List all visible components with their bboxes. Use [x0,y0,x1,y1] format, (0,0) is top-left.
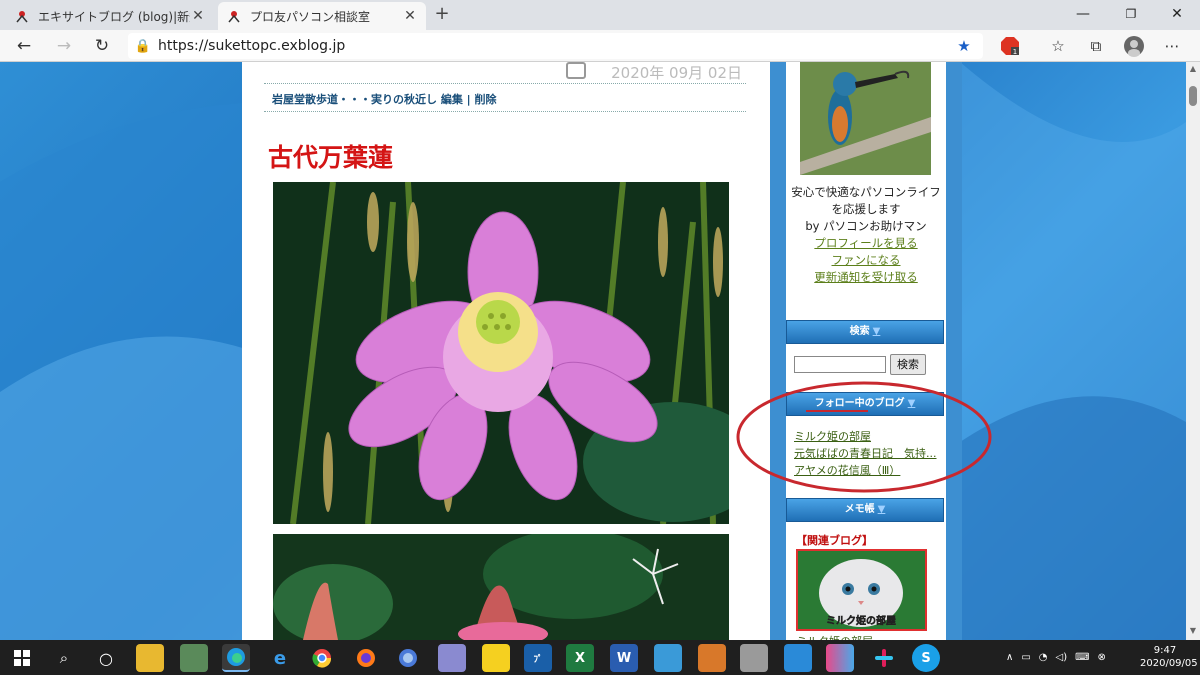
heading-toggle-icon[interactable]: ▼ [878,504,886,515]
milk-hime-banner[interactable]: ミルク姫の部屋 [796,549,927,631]
system-tray: ∧ ▭ ◔ ◁) ⌨ ⊗ [1006,640,1106,675]
exblog-favicon-icon [226,8,242,24]
lotus-photo [273,182,729,524]
exblog-favicon-icon [14,8,30,24]
word-icon[interactable]: W [610,644,638,672]
volume-icon[interactable]: ◁) [1056,652,1068,663]
scroll-down-icon[interactable]: ▼ [1186,626,1200,638]
battery-icon[interactable]: ▭ [1021,652,1030,663]
search-heading: 検索 ▼ [786,320,944,344]
globe-app-icon[interactable] [394,644,422,672]
tab-title: プロ友パソコン相談室 [250,9,371,24]
tab-bar: エキサイトブログ (blog)|新規投稿 ✕ プロ友パソコン相談室 ✕ + — … [0,0,1200,30]
favorite-star-icon[interactable]: ★ [952,35,976,57]
profile-avatar[interactable] [1122,35,1146,57]
favorites-list-icon[interactable]: ☆ [1046,35,1070,57]
kingfisher-photo [800,62,931,175]
url-text: https://sukettopc.exblog.jp [158,38,346,54]
heading-label: メモ帳 [844,504,875,515]
svg-text:1: 1 [1013,48,1017,56]
related-blog-link[interactable]: ミルク姫の部屋 [796,633,873,640]
search-icon[interactable]: ⌕ [50,644,78,672]
paint-palette-icon[interactable] [740,644,768,672]
calculator-app-icon[interactable]: ﾌﾟ [524,644,552,672]
photos-app-icon[interactable] [180,644,208,672]
taskbar: ⌕ ○ e ﾌﾟ X W S ∧ ▭ ◔ ◁) ⌨ ⊗ 9:47 2020/09… [0,640,1200,675]
tab-title: エキサイトブログ (blog)|新規投稿 [38,9,190,24]
skype-icon[interactable]: S [912,644,940,672]
browser-toolbar: ← → ↻ 🔒 https://sukettopc.exblog.jp ★ 1 … [0,30,1200,62]
mail-app-icon[interactable] [654,644,682,672]
intro-line: を応援します [831,202,901,216]
remote-desktop-icon[interactable] [784,644,812,672]
clock-date: 2020/09/05 [1140,658,1198,669]
forward-button[interactable]: → [50,34,78,58]
post-meta-links[interactable]: 岩屋堂散歩道・・・実りの秋近し 編集 | 削除 [264,84,746,112]
taskbar-clock[interactable]: 9:47 2020/09/05 [1140,644,1198,670]
slack-icon[interactable] [870,644,898,672]
internet-explorer-icon[interactable]: e [266,644,294,672]
post-date: 2020年 09月 02日 [264,62,746,84]
intro-line: by パソコンお助けマン [805,219,927,233]
profile-link[interactable]: プロフィールを見る [786,235,946,252]
cortana-icon[interactable]: ○ [92,644,120,672]
post-title: 古代万葉蓮 [268,143,394,172]
edge-browser-icon[interactable] [222,644,250,672]
content-layer: 2020年 09月 02日 岩屋堂散歩道・・・実りの秋近し 編集 | 削除 古代… [0,62,1186,640]
keyboard-icon[interactable]: ⌨ [1075,652,1089,663]
tab-blog[interactable]: プロ友パソコン相談室 ✕ [218,2,426,30]
notification-icon[interactable]: ⊗ [1098,652,1106,663]
file-explorer-icon[interactable] [136,644,164,672]
restore-button[interactable]: ❐ [1108,0,1154,28]
new-tab-button[interactable]: + [430,4,454,26]
creative-app-icon[interactable] [826,644,854,672]
close-window-button[interactable]: ✕ [1154,0,1200,28]
lock-icon: 🔒 [134,38,152,54]
lotus-buds-photo [273,534,729,640]
windows-start-icon[interactable] [8,644,36,672]
become-fan-link[interactable]: ファンになる [786,252,946,269]
scroll-up-icon[interactable]: ▲ [1186,64,1200,76]
search-button[interactable]: 検索 [890,354,926,375]
clock-time: 9:47 [1153,645,1177,656]
chevron-up-icon[interactable]: ∧ [1006,652,1013,663]
heading-label: 検索 [849,326,870,337]
related-blog-label: 【関連ブログ】 [796,534,873,547]
page-scrollbar[interactable]: ▲ ▼ [1186,62,1200,640]
adblock-extension-icon[interactable]: 1 [998,35,1022,57]
address-bar[interactable]: 🔒 https://sukettopc.exblog.jp [128,33,983,59]
collections-icon[interactable]: ⧉ [1084,35,1108,57]
tab-new-post[interactable]: エキサイトブログ (blog)|新規投稿 ✕ [6,2,214,30]
toolbox-app-icon[interactable] [698,644,726,672]
back-button[interactable]: ← [10,34,38,58]
heading-toggle-icon[interactable]: ▼ [873,326,881,337]
profile-intro: 安心で快適なパソコンライフ を応援します by パソコンお助けマン プロフィール… [786,184,946,286]
excel-icon[interactable]: X [566,644,594,672]
blog-search-input[interactable] [794,356,886,373]
sticky-notes-icon[interactable] [482,644,510,672]
more-menu-icon[interactable]: ⋯ [1160,35,1184,57]
refresh-button[interactable]: ↻ [88,34,116,58]
annotation-ellipse [736,381,992,493]
wifi-icon[interactable]: ◔ [1039,652,1048,663]
memo-heading: メモ帳 ▼ [786,498,944,522]
firefox-icon[interactable] [352,644,380,672]
close-tab-icon[interactable]: ✕ [190,8,206,24]
minimize-button[interactable]: — [1060,0,1106,28]
banner-caption: ミルク姫の部屋 [826,614,896,627]
intro-line: 安心で快適なパソコンライフ [791,185,941,199]
scroll-thumb[interactable] [1189,86,1197,106]
subscribe-updates-link[interactable]: 更新通知を受け取る [786,269,946,286]
chrome-icon[interactable] [308,644,336,672]
close-tab-icon[interactable]: ✕ [402,8,418,24]
paint-app-icon[interactable] [438,644,466,672]
